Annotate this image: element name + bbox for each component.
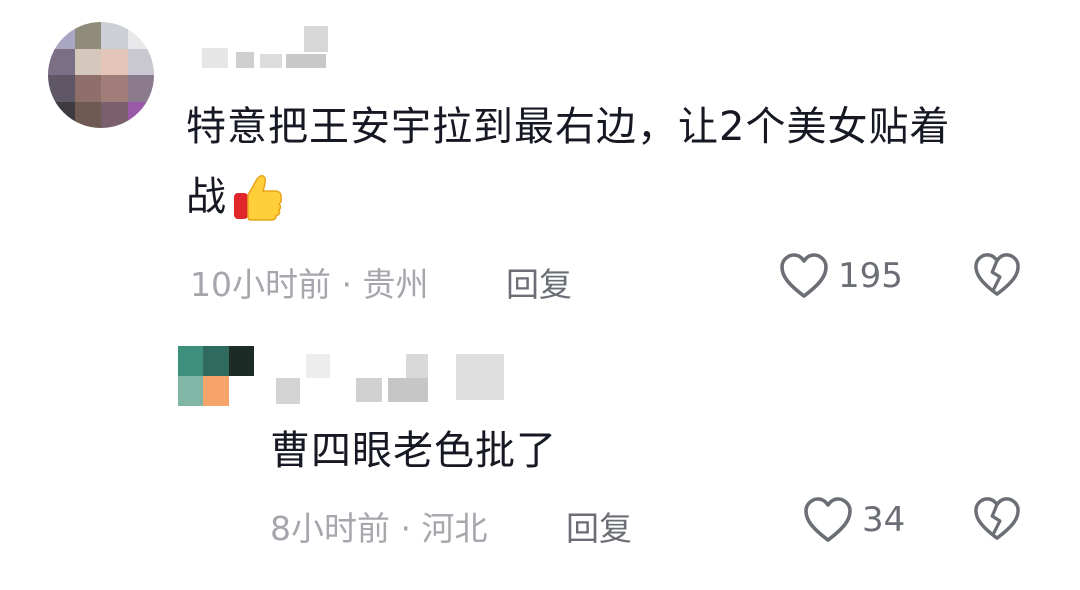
comment-meta: 10小时前 · 贵州 <box>190 265 429 304</box>
comment-text-line: 特意把王安宇拉到最右边，让2个美女贴着 <box>186 104 951 150</box>
comment-text-line: 战 <box>186 174 227 220</box>
reply-button[interactable]: 回复 <box>566 502 632 550</box>
broken-heart-icon <box>972 496 1022 542</box>
username-pixelated[interactable] <box>276 352 506 406</box>
broken-heart-icon <box>972 252 1022 298</box>
avatar-pixelated[interactable] <box>48 22 154 128</box>
heart-outline-icon <box>778 252 830 300</box>
like-button[interactable]: 195 <box>778 252 903 300</box>
like-button[interactable]: 34 <box>802 496 905 544</box>
reply-button[interactable]: 回复 <box>506 258 572 306</box>
dislike-button[interactable] <box>972 496 1022 542</box>
comment-text-line: 曹四眼老色批了 <box>270 428 557 474</box>
username-pixelated[interactable] <box>200 24 330 70</box>
avatar-pixelated[interactable] <box>178 346 254 406</box>
dislike-button[interactable] <box>972 252 1022 298</box>
comment-meta: 8小时前 · 河北 <box>270 509 488 548</box>
like-count: 34 <box>862 500 906 540</box>
heart-outline-icon <box>802 496 854 544</box>
thumbs-up-emoji <box>229 169 285 225</box>
like-count: 195 <box>838 256 903 296</box>
